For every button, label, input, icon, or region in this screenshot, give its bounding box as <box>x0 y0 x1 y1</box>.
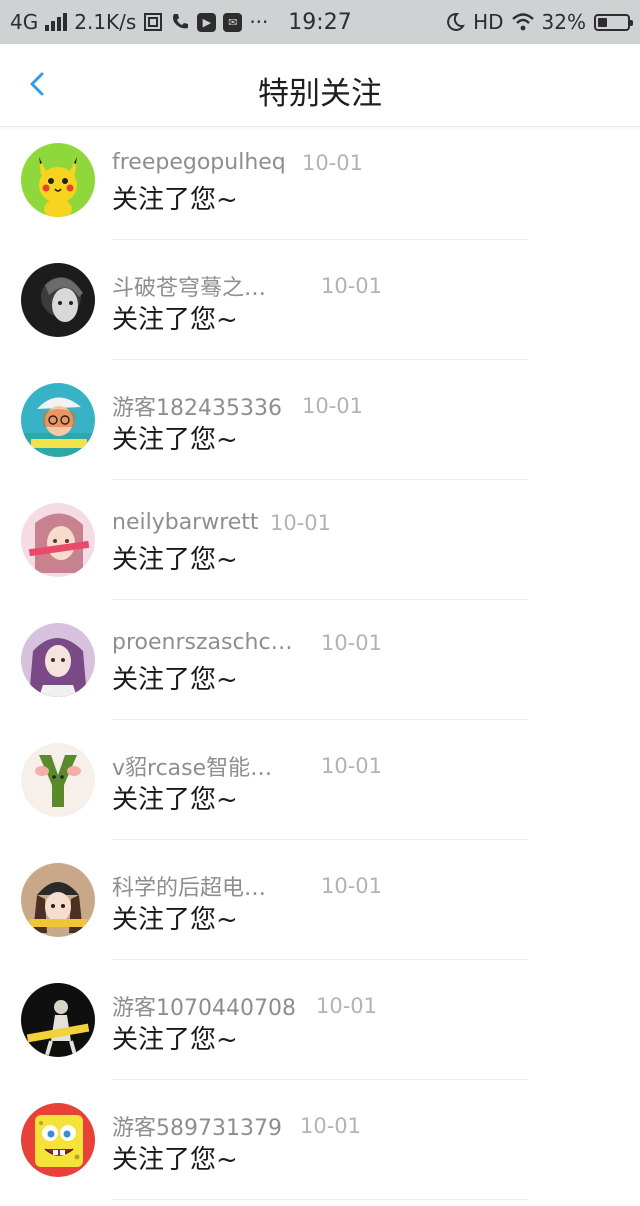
username[interactable]: neilybarwrett <box>112 510 270 535</box>
pink-girl-avatar-image <box>21 503 95 577</box>
message-text: 关注了您~ <box>112 545 238 575</box>
girl-hat-avatar-image <box>21 383 95 457</box>
status-left: 4G 2.1K/s ▶ ✉ ··· <box>0 10 268 34</box>
more-icon: ··· <box>249 10 269 34</box>
message-icon: ✉ <box>223 12 243 32</box>
list-item[interactable]: proenrszaschc… 10-01 关注了您~ <box>0 600 640 720</box>
list-item[interactable]: v貂rcase智能… 10-01 关注了您~ <box>0 720 640 840</box>
purple-hair-avatar-image <box>21 623 95 697</box>
green-y-avatar-image <box>21 743 95 817</box>
list-item[interactable]: 游客1070440708 10-01 关注了您~ <box>0 960 640 1080</box>
avatar[interactable] <box>21 863 95 937</box>
list-item[interactable]: neilybarwrett 10-01 关注了您~ <box>0 480 640 600</box>
signal-icon <box>45 13 68 31</box>
status-right: HD 32% <box>445 10 633 34</box>
name-line: 游客182435336 10-01 <box>112 390 363 422</box>
status-bar: 4G 2.1K/s ▶ ✉ ··· 19:27 HD 32% <box>0 0 640 44</box>
name-line: 游客1070440708 10-01 <box>112 990 377 1022</box>
name-line: 斗破苍穹蓦之… 10-01 <box>112 270 382 302</box>
timestamp: 10-01 <box>321 874 383 898</box>
message-text: 关注了您~ <box>112 785 238 815</box>
message-text: 关注了您~ <box>112 425 238 455</box>
message-text: 关注了您~ <box>112 1025 238 1055</box>
hd-badge: HD <box>473 10 504 34</box>
nav-bar: 特别关注 <box>0 44 640 127</box>
dark-portrait-avatar-image <box>21 263 95 337</box>
name-line: freepegopulheq 10-01 <box>112 150 363 175</box>
avatar[interactable] <box>21 623 95 697</box>
timestamp: 10-01 <box>321 630 383 655</box>
qq-icon <box>144 13 163 31</box>
battery-icon <box>594 13 633 31</box>
message-text: 关注了您~ <box>112 305 238 335</box>
list-item[interactable]: freepegopulheq 10-01 关注了您~ <box>0 120 640 240</box>
name-line: v貂rcase智能… 10-01 <box>112 750 382 782</box>
avatar[interactable] <box>21 743 95 817</box>
name-line: neilybarwrett 10-01 <box>112 510 331 535</box>
beanie-girl-avatar-image <box>21 863 95 937</box>
battery-percent: 32% <box>541 10 586 34</box>
timestamp: 10-01 <box>316 994 378 1018</box>
list-item[interactable]: 斗破苍穹蓦之… 10-01 关注了您~ <box>0 240 640 360</box>
timestamp: 10-01 <box>270 510 332 535</box>
timestamp: 10-01 <box>321 754 383 778</box>
pikachu-avatar-image <box>21 143 95 217</box>
list-item[interactable]: 游客589731379 10-01 关注了您~ <box>0 1080 640 1200</box>
list-item[interactable]: 科学的后超电… 10-01 关注了您~ <box>0 840 640 960</box>
message-text: 关注了您~ <box>112 1145 238 1175</box>
message-text: 关注了您~ <box>112 665 238 695</box>
list-item[interactable]: 游客182435336 10-01 关注了您~ <box>0 360 640 480</box>
username[interactable]: v貂rcase智能… <box>112 750 321 782</box>
name-line: 游客589731379 10-01 <box>112 1110 361 1142</box>
username[interactable]: freepegopulheq <box>112 150 302 175</box>
timestamp: 10-01 <box>300 1114 362 1138</box>
battery-fill <box>598 17 607 27</box>
wifi-icon <box>511 13 534 31</box>
network-speed: 2.1K/s <box>74 10 137 34</box>
avatar[interactable] <box>21 263 95 337</box>
timestamp: 10-01 <box>302 150 364 175</box>
avatar[interactable] <box>21 1103 95 1177</box>
avatar[interactable] <box>21 143 95 217</box>
username[interactable]: 游客1070440708 <box>112 990 316 1022</box>
page-title: 特别关注 <box>258 76 382 112</box>
network-type: 4G <box>10 10 39 34</box>
avatar[interactable] <box>21 503 95 577</box>
username[interactable]: 游客182435336 <box>112 390 302 422</box>
username[interactable]: proenrszaschc… <box>112 630 321 655</box>
spongebob-avatar-image <box>21 1103 95 1177</box>
night-figure-avatar-image <box>21 983 95 1057</box>
phone-icon <box>173 14 189 29</box>
message-text: 关注了您~ <box>112 185 238 215</box>
username[interactable]: 游客589731379 <box>112 1110 300 1142</box>
divider <box>112 1199 528 1200</box>
timestamp: 10-01 <box>302 394 364 418</box>
username[interactable]: 斗破苍穹蓦之… <box>112 270 321 302</box>
avatar[interactable] <box>21 383 95 457</box>
message-text: 关注了您~ <box>112 905 238 935</box>
timestamp: 10-01 <box>321 274 383 298</box>
moon-icon <box>447 12 466 31</box>
name-line: proenrszaschc… 10-01 <box>112 630 382 655</box>
username[interactable]: 科学的后超电… <box>112 870 321 902</box>
follow-list: freepegopulheq 10-01 关注了您~ 斗破苍穹蓦之… 10-01… <box>0 120 640 1200</box>
video-icon: ▶ <box>197 12 217 32</box>
avatar[interactable] <box>21 983 95 1057</box>
name-line: 科学的后超电… 10-01 <box>112 870 382 902</box>
